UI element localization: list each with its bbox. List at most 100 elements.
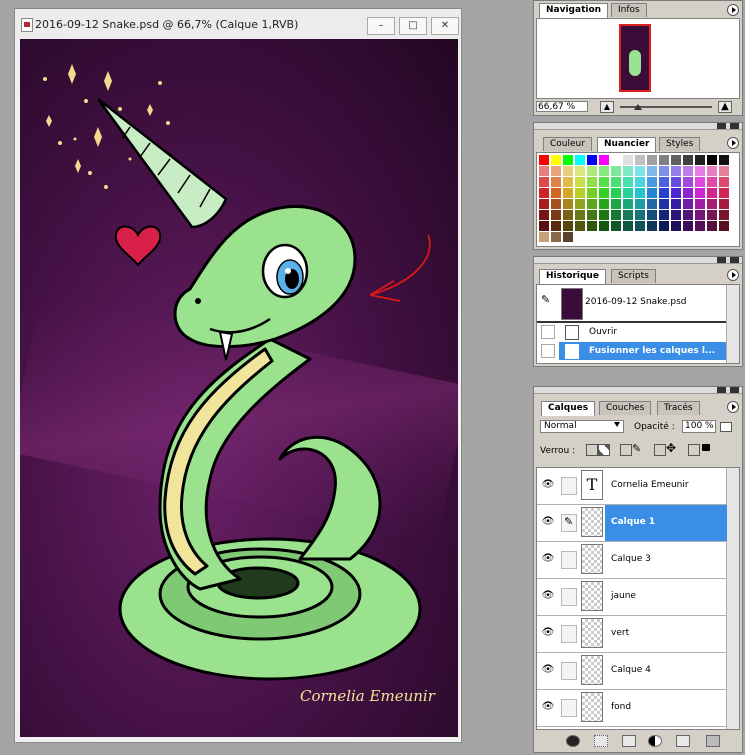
color-swatch[interactable] bbox=[647, 166, 657, 176]
color-swatch[interactable] bbox=[647, 210, 657, 220]
color-swatch[interactable] bbox=[551, 221, 561, 231]
layer-row[interactable]: 👁 Calque 4 bbox=[537, 653, 727, 690]
color-swatch[interactable] bbox=[719, 199, 729, 209]
color-swatch[interactable] bbox=[635, 166, 645, 176]
color-swatch[interactable] bbox=[587, 177, 597, 187]
color-swatch[interactable] bbox=[551, 166, 561, 176]
color-swatch[interactable] bbox=[719, 221, 729, 231]
color-swatch[interactable] bbox=[611, 188, 621, 198]
history-scrollbar[interactable] bbox=[726, 285, 739, 363]
color-swatch[interactable] bbox=[707, 177, 717, 187]
color-swatch[interactable] bbox=[599, 210, 609, 220]
color-swatch[interactable] bbox=[563, 232, 573, 242]
color-swatch[interactable] bbox=[683, 199, 693, 209]
layer-link-toggle[interactable] bbox=[561, 662, 577, 680]
panel-grip[interactable] bbox=[534, 387, 742, 394]
close-button[interactable]: ✕ bbox=[431, 17, 459, 35]
layer-row[interactable]: 👁 fond bbox=[537, 690, 727, 727]
color-swatch[interactable] bbox=[599, 199, 609, 209]
eye-icon[interactable]: 👁 bbox=[541, 552, 555, 566]
color-swatch[interactable] bbox=[683, 166, 693, 176]
adjustment-layer-icon[interactable] bbox=[648, 735, 662, 747]
tab-historique[interactable]: Historique bbox=[539, 269, 606, 284]
color-swatch[interactable] bbox=[659, 199, 669, 209]
swatch-grid[interactable] bbox=[536, 152, 740, 247]
maximize-button[interactable]: □ bbox=[399, 17, 427, 35]
panel-grip[interactable] bbox=[534, 123, 742, 130]
color-swatch[interactable] bbox=[635, 188, 645, 198]
color-swatch[interactable] bbox=[659, 155, 669, 165]
color-swatch[interactable] bbox=[635, 210, 645, 220]
eye-icon[interactable]: 👁 bbox=[541, 589, 555, 603]
layer-row[interactable]: 👁 jaune bbox=[537, 579, 727, 616]
color-swatch[interactable] bbox=[587, 166, 597, 176]
tab-navigation[interactable]: Navigation bbox=[539, 3, 609, 18]
tab-infos[interactable]: Infos bbox=[611, 3, 647, 17]
color-swatch[interactable] bbox=[647, 199, 657, 209]
layer-link-toggle[interactable] bbox=[561, 551, 577, 569]
add-mask-icon[interactable] bbox=[594, 735, 608, 747]
color-swatch[interactable] bbox=[647, 232, 657, 242]
color-swatch[interactable] bbox=[575, 188, 585, 198]
color-swatch[interactable] bbox=[623, 199, 633, 209]
color-swatch[interactable] bbox=[635, 199, 645, 209]
color-swatch[interactable] bbox=[623, 221, 633, 231]
layer-style-icon[interactable] bbox=[566, 735, 580, 747]
color-swatch[interactable] bbox=[719, 166, 729, 176]
color-swatch[interactable] bbox=[551, 210, 561, 220]
color-swatch[interactable] bbox=[539, 155, 549, 165]
color-swatch[interactable] bbox=[719, 177, 729, 187]
color-swatch[interactable] bbox=[635, 177, 645, 187]
color-swatch[interactable] bbox=[707, 155, 717, 165]
color-swatch[interactable] bbox=[659, 166, 669, 176]
color-swatch[interactable] bbox=[575, 199, 585, 209]
color-swatch[interactable] bbox=[599, 155, 609, 165]
color-swatch[interactable] bbox=[659, 221, 669, 231]
color-swatch[interactable] bbox=[611, 210, 621, 220]
color-swatch[interactable] bbox=[671, 155, 681, 165]
color-swatch[interactable] bbox=[551, 177, 561, 187]
lock-all-checkbox[interactable] bbox=[688, 444, 700, 456]
color-swatch[interactable] bbox=[719, 155, 729, 165]
color-swatch[interactable] bbox=[563, 155, 573, 165]
color-swatch[interactable] bbox=[539, 199, 549, 209]
color-swatch[interactable] bbox=[611, 177, 621, 187]
color-swatch[interactable] bbox=[707, 166, 717, 176]
color-swatch[interactable] bbox=[599, 166, 609, 176]
layers-scrollbar[interactable] bbox=[726, 468, 739, 729]
color-swatch[interactable] bbox=[575, 155, 585, 165]
color-swatch[interactable] bbox=[647, 188, 657, 198]
color-swatch[interactable] bbox=[659, 188, 669, 198]
color-swatch[interactable] bbox=[563, 210, 573, 220]
color-swatch[interactable] bbox=[671, 221, 681, 231]
trash-icon[interactable] bbox=[706, 735, 720, 747]
tab-couches[interactable]: Couches bbox=[599, 401, 652, 415]
color-swatch[interactable] bbox=[623, 188, 633, 198]
history-step-current[interactable]: Fusionner les calques l... bbox=[537, 342, 727, 360]
color-swatch[interactable] bbox=[587, 232, 597, 242]
color-swatch[interactable] bbox=[695, 177, 705, 187]
color-swatch[interactable] bbox=[575, 210, 585, 220]
color-swatch[interactable] bbox=[599, 177, 609, 187]
color-swatch[interactable] bbox=[563, 199, 573, 209]
color-swatch[interactable] bbox=[695, 221, 705, 231]
panel-grip[interactable] bbox=[534, 257, 742, 264]
color-swatch[interactable] bbox=[587, 188, 597, 198]
color-swatch[interactable] bbox=[563, 177, 573, 187]
tab-couleur[interactable]: Couleur bbox=[543, 137, 592, 151]
color-swatch[interactable] bbox=[707, 232, 717, 242]
layer-link-toggle[interactable] bbox=[561, 625, 577, 643]
color-swatch[interactable] bbox=[707, 188, 717, 198]
color-swatch[interactable] bbox=[539, 188, 549, 198]
color-swatch[interactable] bbox=[647, 221, 657, 231]
panel-menu-button[interactable] bbox=[727, 269, 739, 281]
layer-link-toggle[interactable] bbox=[561, 699, 577, 717]
layer-row[interactable]: 👁 T Cornelia Emeunir bbox=[537, 468, 727, 505]
eye-icon[interactable]: 👁 bbox=[541, 663, 555, 677]
color-swatch[interactable] bbox=[683, 155, 693, 165]
color-swatch[interactable] bbox=[695, 232, 705, 242]
color-swatch[interactable] bbox=[539, 221, 549, 231]
color-swatch[interactable] bbox=[683, 232, 693, 242]
color-swatch[interactable] bbox=[539, 210, 549, 220]
new-group-icon[interactable] bbox=[622, 735, 636, 747]
